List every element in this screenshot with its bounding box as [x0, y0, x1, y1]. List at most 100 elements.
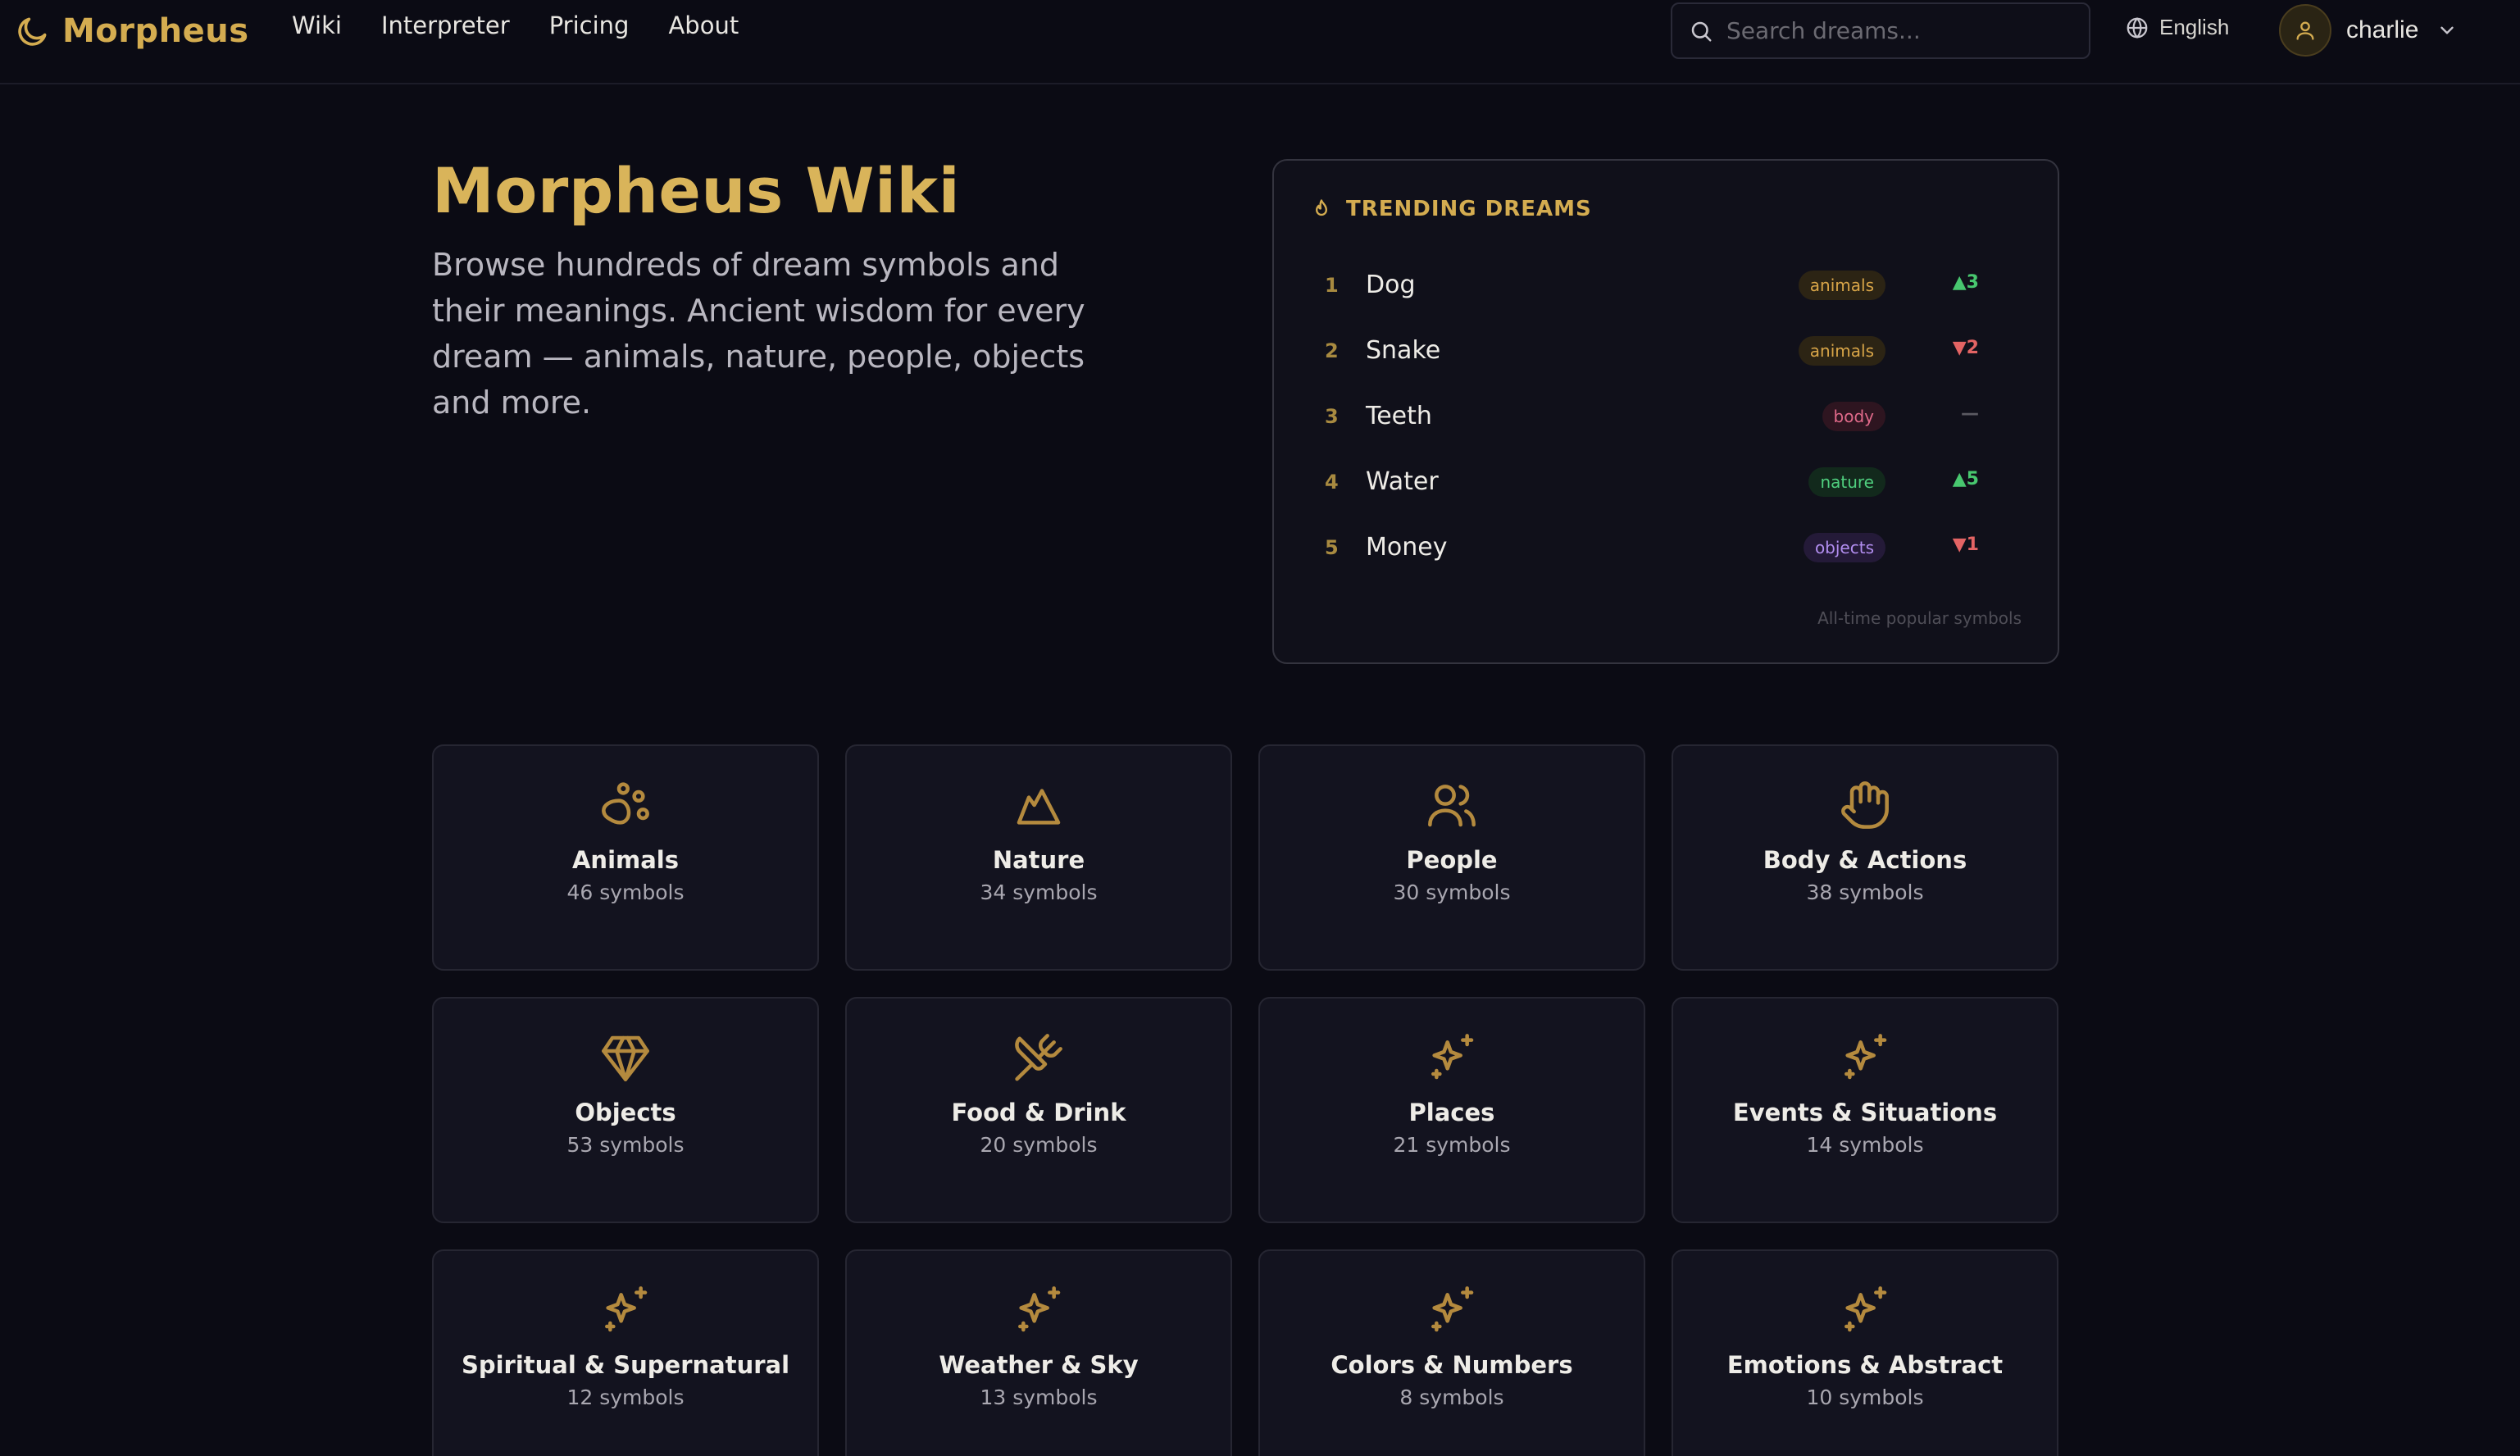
page-title: Morpheus Wiki — [432, 154, 961, 227]
trending-item-dog[interactable]: 1 Dog animals ▲3 — [1310, 259, 2025, 325]
sparkles-icon — [1431, 1286, 1474, 1332]
category-card-places[interactable]: Places 21 symbols — [1258, 997, 1645, 1223]
sparkles-icon — [605, 1286, 648, 1332]
nav-link-wiki[interactable]: Wiki — [292, 11, 342, 39]
category-grid: Animals 46 symbols Nature 34 symbols Peo… — [432, 744, 2059, 1456]
trending-rank: 5 — [1325, 536, 1339, 559]
trending-footer: All-time popular symbols — [1817, 608, 2022, 628]
search-input[interactable] — [1726, 17, 2071, 44]
category-card-food-drink[interactable]: Food & Drink 20 symbols — [845, 997, 1232, 1223]
trending-title: TRENDING DREAMS — [1346, 197, 1592, 221]
category-name: Spiritual & Supernatural — [461, 1351, 790, 1379]
page: Morpheus Wiki Interpreter Pricing About … — [0, 0, 2520, 1456]
nav-link-interpreter[interactable]: Interpreter — [381, 11, 510, 39]
rank-change: ▼1 — [1952, 535, 1979, 555]
category-card-body-actions[interactable]: Body & Actions 38 symbols — [1672, 744, 2058, 971]
trending-rank: 4 — [1325, 471, 1339, 494]
nav-link-pricing[interactable]: Pricing — [549, 11, 630, 39]
category-name: Emotions & Abstract — [1726, 1351, 2004, 1379]
category-count: 8 symbols — [1399, 1385, 1504, 1409]
rank-change: ▲3 — [1952, 272, 1979, 293]
category-count: 20 symbols — [980, 1133, 1098, 1157]
category-count: 30 symbols — [1393, 880, 1511, 904]
category-card-animals[interactable]: Animals 46 symbols — [432, 744, 819, 971]
category-card-people[interactable]: People 30 symbols — [1258, 744, 1645, 971]
trending-list: 1 Dog animals ▲3 2 Snake animals ▼2 3 Te… — [1310, 259, 2025, 587]
category-name: Weather & Sky — [939, 1351, 1139, 1379]
rank-change: ▼2 — [1952, 338, 1979, 358]
mountain-icon — [1017, 789, 1061, 825]
category-count: 12 symbols — [566, 1385, 685, 1409]
flame-icon — [1316, 199, 1327, 216]
category-tag: animals — [1798, 336, 1885, 366]
avatar — [2279, 4, 2331, 57]
sparkles-icon — [1845, 1034, 1887, 1080]
trending-name: Water — [1366, 467, 1439, 496]
category-card-spiritual-supernatural[interactable]: Spiritual & Supernatural 12 symbols — [432, 1249, 819, 1456]
category-card-events-situations[interactable]: Events & Situations 14 symbols — [1672, 997, 2058, 1223]
category-card-nature[interactable]: Nature 34 symbols — [845, 744, 1232, 971]
trending-item-water[interactable]: 4 Water nature ▲5 — [1310, 456, 2025, 521]
rank-change: — — [1961, 403, 1979, 424]
trending-rank: 1 — [1325, 274, 1339, 297]
sparkles-icon — [1018, 1286, 1061, 1332]
category-name: Places — [1408, 1099, 1495, 1126]
category-count: 21 symbols — [1393, 1133, 1511, 1157]
category-tag: nature — [1808, 467, 1885, 497]
trending-header: TRENDING DREAMS — [1310, 197, 1592, 221]
category-tag: body — [1822, 402, 1885, 431]
nav-link-about[interactable]: About — [668, 11, 739, 39]
category-card-weather-sky[interactable]: Weather & Sky 13 symbols — [845, 1249, 1232, 1456]
user-menu[interactable]: charlie — [2279, 4, 2458, 57]
people-icon — [1428, 785, 1476, 827]
category-count: 10 symbols — [1806, 1385, 1924, 1409]
main-nav: Wiki Interpreter Pricing About — [292, 11, 739, 39]
username: charlie — [2346, 16, 2419, 43]
category-name: Events & Situations — [1732, 1099, 1998, 1126]
sparkles-icon — [1845, 1286, 1887, 1332]
trending-name: Money — [1366, 533, 1448, 562]
category-card-emotions-abstract[interactable]: Emotions & Abstract 10 symbols — [1672, 1249, 2058, 1456]
gem-icon — [602, 1035, 649, 1081]
trending-name: Teeth — [1366, 402, 1432, 430]
brand-home-link[interactable]: Morpheus — [15, 7, 249, 56]
trending-item-teeth[interactable]: 3 Teeth body — — [1310, 390, 2025, 456]
globe-icon — [2127, 16, 2148, 39]
category-name: Body & Actions — [1763, 846, 1967, 874]
category-card-colors-numbers[interactable]: Colors & Numbers 8 symbols — [1258, 1249, 1645, 1456]
search-box — [1671, 2, 2090, 59]
category-name: Nature — [992, 846, 1085, 874]
category-count: 34 symbols — [980, 880, 1098, 904]
category-tag: objects — [1803, 533, 1885, 562]
trending-rank: 2 — [1325, 339, 1339, 362]
language-label: English — [2159, 15, 2230, 39]
language-selector[interactable]: English — [2125, 15, 2229, 40]
sparkles-icon — [1431, 1034, 1474, 1080]
trending-name: Dog — [1366, 271, 1416, 299]
utensils-icon — [1015, 1034, 1062, 1081]
trending-dreams-panel: TRENDING DREAMS 1 Dog animals ▲3 2 Snake… — [1272, 159, 2059, 664]
chevron-down-icon — [2440, 26, 2454, 34]
user-icon — [2296, 21, 2314, 40]
category-name: Animals — [571, 846, 680, 874]
category-name: Objects — [575, 1099, 676, 1126]
category-count: 53 symbols — [566, 1133, 685, 1157]
category-count: 14 symbols — [1806, 1133, 1924, 1157]
search-icon — [1691, 21, 1712, 41]
category-name: Colors & Numbers — [1331, 1351, 1573, 1379]
rank-change: ▲5 — [1952, 469, 1979, 489]
category-count: 46 symbols — [566, 880, 685, 904]
paw-icon — [602, 782, 649, 825]
trending-rank: 3 — [1325, 405, 1339, 428]
top-nav: Morpheus Wiki Interpreter Pricing About … — [0, 0, 2520, 84]
category-name: People — [1406, 846, 1498, 874]
category-tag: animals — [1798, 271, 1885, 300]
category-card-objects[interactable]: Objects 53 symbols — [432, 997, 819, 1223]
hand-icon — [1841, 781, 1889, 829]
trending-item-money[interactable]: 5 Money objects ▼1 — [1310, 521, 2025, 587]
trending-name: Snake — [1366, 336, 1441, 365]
trending-item-snake[interactable]: 2 Snake animals ▼2 — [1310, 325, 2025, 390]
category-count: 13 symbols — [980, 1385, 1098, 1409]
brand-name: Morpheus — [62, 12, 249, 50]
page-description: Browse hundreds of dream symbols and the… — [432, 247, 1085, 421]
